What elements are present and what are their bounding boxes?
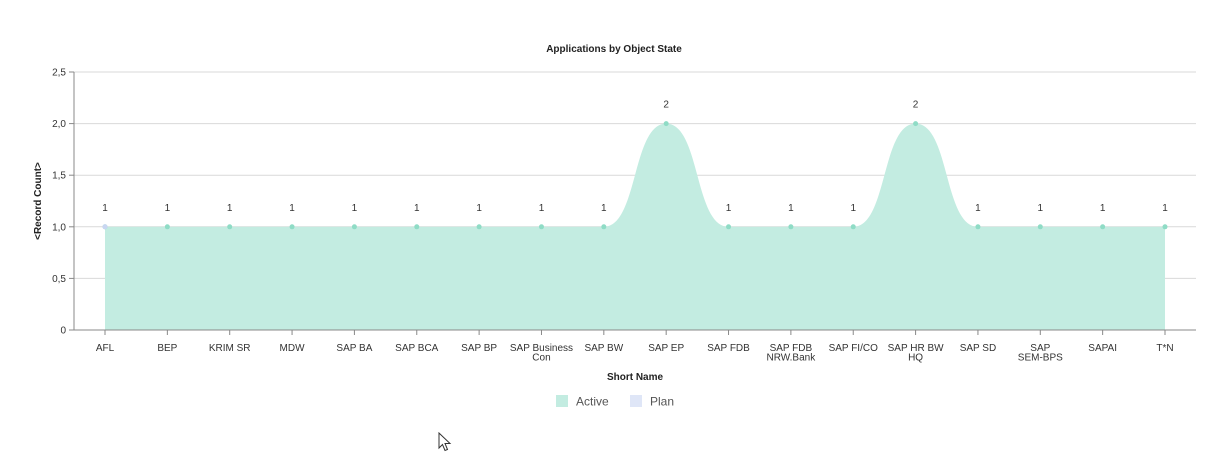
data-point-active: [1100, 224, 1106, 230]
data-label: 1: [1038, 203, 1044, 214]
x-tick-label: SAP BW: [584, 343, 623, 354]
y-tick-label: 2,5: [52, 68, 66, 79]
legend-label: Active: [576, 395, 609, 409]
data-label: 1: [601, 203, 607, 214]
data-point-active: [850, 224, 856, 230]
plot-area: 1 1 1 1 1 1 1 1 1 2 1 1 1 2 1 1 1 1: [102, 100, 1168, 330]
x-tick-label: KRIM SR: [209, 343, 251, 354]
y-tick-label: 0: [60, 326, 66, 337]
data-point-active: [476, 224, 482, 230]
data-label: 1: [850, 203, 856, 214]
data-label: 1: [476, 203, 482, 214]
x-tick-label: AFL: [96, 343, 115, 354]
data-point-active: [351, 224, 357, 230]
data-point-active: [601, 224, 607, 230]
data-point-active: [726, 224, 732, 230]
data-label: 1: [414, 203, 420, 214]
data-label: 1: [788, 203, 794, 214]
x-axis: AFL BEP KRIM SR MDW SAP BA SAP BCA SAP BP SAP B…: [74, 329, 1196, 364]
chart-title: Applications by Object State: [546, 44, 682, 55]
legend-swatch: [630, 395, 642, 407]
legend-swatch: [556, 395, 568, 407]
x-tick-label: T*N: [1156, 343, 1173, 354]
x-tick-label: SAP EP: [648, 343, 684, 354]
data-point-active: [1162, 224, 1168, 230]
chart: Applications by Object State 0 0,5 1,0 1,5 2…: [0, 0, 1226, 460]
data-label: 1: [289, 203, 295, 214]
data-label: 1: [352, 203, 358, 214]
x-tick-label: SAP BP: [461, 343, 497, 354]
x-axis-title: Short Name: [607, 372, 664, 383]
data-point-active: [663, 121, 669, 127]
x-tick-label: MDW: [280, 343, 306, 354]
x-tick-label: SAP HR BW HQ: [888, 343, 944, 364]
y-axis: 0 0,5 1,0 1,5 2,0 2,5: [52, 68, 75, 337]
data-label: 1: [539, 203, 545, 214]
data-point-active: [414, 224, 420, 230]
x-tick-label: SAP SD: [960, 343, 997, 354]
data-label: 1: [726, 203, 732, 214]
x-tick-label: SAP BA: [336, 343, 372, 354]
data-point-active: [913, 121, 919, 127]
y-axis-title: <Record Count>: [33, 162, 44, 240]
data-label: 1: [1100, 203, 1106, 214]
x-tick-label: SAP Business Con: [510, 343, 573, 364]
legend-label: Plan: [650, 395, 674, 409]
legend: Active Plan: [556, 395, 674, 409]
data-point-active: [164, 224, 170, 230]
x-tick-label: SAPAI: [1088, 343, 1117, 354]
x-tick-label: SAP FDB NRW.Bank: [767, 343, 817, 364]
data-point-plan: [102, 224, 108, 230]
mouse-cursor-icon: [438, 432, 452, 452]
x-tick-label: SAP FI/CO: [829, 343, 878, 354]
y-tick-label: 2,0: [52, 119, 66, 130]
data-point-active: [538, 224, 544, 230]
data-label: 1: [227, 203, 233, 214]
data-label: 2: [663, 100, 669, 111]
y-tick-label: 1,5: [52, 171, 66, 182]
y-tick-label: 0,5: [52, 274, 66, 285]
data-label: 1: [165, 203, 171, 214]
data-point-active: [1037, 224, 1043, 230]
x-tick-label: SAP BCA: [395, 343, 438, 354]
data-label: 1: [1162, 203, 1168, 214]
y-tick-label: 1,0: [52, 222, 66, 233]
chart-svg: Applications by Object State 0 0,5 1,0 1,5 2…: [33, 44, 1196, 409]
x-tick-label: SAP FDB: [707, 343, 750, 354]
data-point-active: [227, 224, 233, 230]
data-point-active: [788, 224, 794, 230]
data-point-active: [975, 224, 981, 230]
data-label: 1: [102, 203, 108, 214]
data-point-active: [289, 224, 295, 230]
data-label: 1: [975, 203, 981, 214]
data-label: 2: [913, 100, 919, 111]
x-tick-label: BEP: [157, 343, 177, 354]
x-tick-label: SAP SEM-BPS: [1018, 343, 1063, 364]
